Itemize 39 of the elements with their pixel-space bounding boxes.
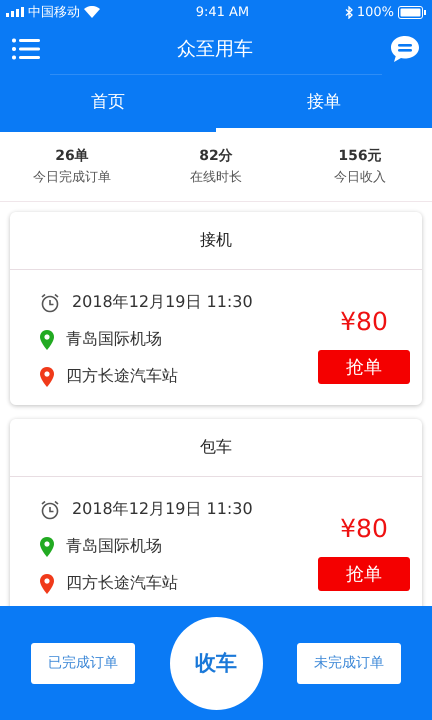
stat-value: 26单 [55, 147, 89, 165]
completed-orders-button[interactable]: 已完成订单 [31, 642, 135, 684]
pickup-location: 青岛国际机场 [66, 536, 162, 557]
alarm-clock-icon [40, 500, 60, 520]
nav-tab[interactable]: 首页 [0, 75, 216, 132]
dropoff-location: 四方长途汽车站 [66, 366, 178, 387]
location-pin-icon [40, 536, 54, 556]
order-time: 2018年12月19日 11:30 [72, 292, 253, 313]
location-pin-icon [40, 366, 54, 386]
stat-value: 82分 [199, 147, 233, 165]
order-price: ¥80 [340, 307, 388, 336]
order-price: ¥80 [340, 514, 388, 543]
grab-order-button[interactable]: 抢单 [318, 350, 410, 384]
chat-bubble-icon[interactable] [390, 35, 420, 63]
order-type: 包车 [200, 437, 232, 458]
stop-driving-button[interactable]: 收车 [170, 616, 262, 710]
location-pin-icon [40, 330, 54, 350]
wifi-icon [84, 6, 100, 18]
stat-label: 今日收入 [334, 169, 386, 186]
bluetooth-icon [344, 6, 353, 18]
stat-value: 156元 [338, 147, 382, 165]
clock-time: 9:41 AM [196, 4, 250, 20]
location-pin-icon [40, 574, 54, 594]
alarm-clock-icon [40, 292, 60, 312]
menu-icon[interactable] [12, 38, 40, 60]
pending-orders-button[interactable]: 未完成订单 [297, 642, 401, 684]
carrier-name: 中国移动 [28, 4, 80, 21]
battery-icon [398, 6, 426, 18]
stat-label: 在线时长 [190, 169, 242, 186]
stat-label: 今日完成订单 [33, 169, 111, 186]
nav-tab[interactable]: 接单 [216, 75, 432, 132]
battery-percent: 100% [356, 4, 394, 20]
pickup-location: 青岛国际机场 [66, 329, 162, 350]
order-type: 接机 [200, 230, 232, 251]
app-title: 众至用车 [177, 37, 253, 62]
signal-icon [6, 7, 24, 17]
dropoff-location: 四方长途汽车站 [66, 573, 178, 594]
grab-order-button[interactable]: 抢单 [318, 557, 410, 591]
order-time: 2018年12月19日 11:30 [72, 499, 253, 520]
